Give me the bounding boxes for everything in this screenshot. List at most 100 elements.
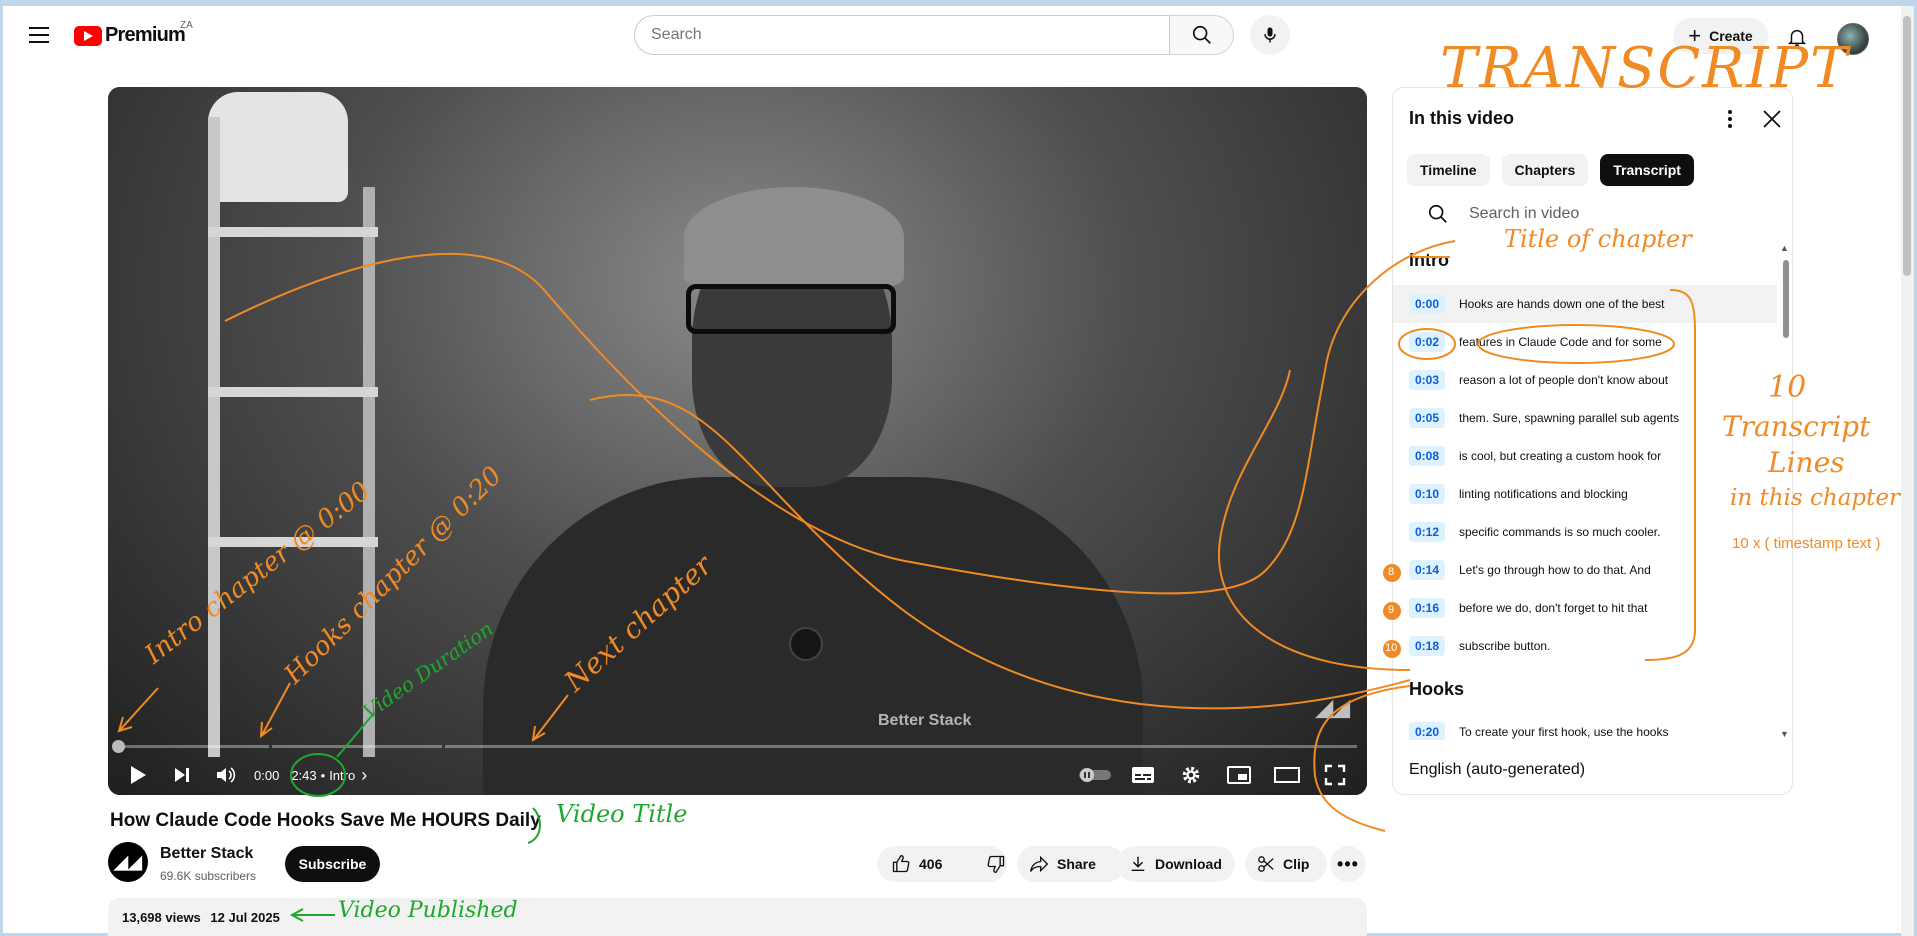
download-icon [1131, 856, 1145, 872]
transcript-line[interactable]: 0:12 specific commands is so much cooler. [1393, 513, 1777, 551]
annotation-badge-10: 10 [1385, 642, 1398, 654]
timestamp[interactable]: 0:14 [1409, 560, 1445, 580]
autoplay-toggle[interactable] [1073, 755, 1117, 795]
logo-text: Premium [105, 24, 186, 46]
youtube-play-icon [74, 25, 102, 46]
transcript-text: To create your first hook, use the hooks [1459, 725, 1669, 739]
timestamp[interactable]: 0:12 [1409, 522, 1445, 542]
transcript-line[interactable]: 0:05 them. Sure, spawning parallel sub ag… [1393, 399, 1777, 437]
annotation-in-this-chapter: in this chapter [1730, 485, 1900, 511]
close-icon[interactable] [1757, 104, 1787, 134]
channel-name[interactable]: Better Stack [160, 845, 253, 863]
chapter-heading: Hooks [1409, 679, 1465, 699]
timestamp[interactable]: 0:05 [1409, 408, 1445, 428]
scrollbar-thumb[interactable] [1783, 260, 1789, 338]
next-button[interactable] [160, 755, 204, 795]
timestamp[interactable]: 0:20 [1409, 722, 1445, 740]
share-button[interactable]: Share [1017, 846, 1125, 882]
search-placeholder: Search [651, 26, 702, 43]
more-vertical-icon[interactable] [1715, 104, 1745, 134]
shelf-board [208, 387, 378, 397]
chapter-separator: • [320, 767, 326, 783]
tab-transcript[interactable]: Transcript [1600, 154, 1694, 186]
tab-timeline[interactable]: Timeline [1407, 154, 1490, 186]
timestamp[interactable]: 0:18 [1409, 636, 1445, 656]
subtitles-button[interactable] [1121, 755, 1165, 795]
settings-button[interactable] [1169, 755, 1213, 795]
chapter-marker [442, 745, 445, 748]
publish-date: 12 Jul 2025 [210, 910, 280, 925]
annotation-badge-8: 8 [1388, 566, 1395, 578]
thumbs-down-icon [987, 855, 1005, 874]
annotation-title-of-chapter: Title of chapter [1504, 225, 1692, 253]
transcript-search-placeholder: Search in video [1469, 205, 1580, 222]
timestamp[interactable]: 0:16 [1409, 598, 1445, 618]
play-button[interactable] [116, 755, 160, 795]
download-button[interactable]: Download [1117, 846, 1235, 882]
download-label: Download [1155, 856, 1222, 872]
clip-button[interactable]: Clip [1245, 846, 1327, 882]
microphone-icon [1264, 27, 1276, 43]
page-scrollbar[interactable] [1901, 6, 1914, 936]
video-player[interactable]: Better Stack ◢◢ 0:00 2:43 • Intro › [108, 87, 1367, 795]
fullscreen-button[interactable] [1313, 755, 1357, 795]
transcript-line[interactable]: 0:14 Let's go through how to do that. And [1393, 551, 1777, 589]
transcript-language-selector[interactable]: English (auto-generated) [1409, 761, 1585, 779]
description-box[interactable]: 13,698 views 12 Jul 2025 [108, 898, 1367, 936]
more-actions-button[interactable]: ••• [1330, 846, 1366, 882]
search-button[interactable] [1170, 15, 1234, 55]
transcript-line[interactable]: 0:03 reason a lot of people don't know ab… [1393, 361, 1777, 399]
progress-bar[interactable] [112, 740, 1357, 753]
transcript-text: is cool, but creating a custom hook for [1459, 449, 1662, 463]
player-controls: 0:00 2:43 • Intro › [108, 755, 1367, 795]
chevron-right-icon: › [361, 764, 368, 785]
scrubber-handle[interactable] [112, 740, 125, 753]
scroll-down-arrow-icon[interactable]: ▼ [1780, 729, 1789, 739]
miniplayer-button[interactable] [1217, 755, 1261, 795]
timestamp[interactable]: 0:10 [1409, 484, 1445, 504]
channel-avatar[interactable]: ◢◢ [108, 842, 148, 882]
annotation-transcript-lines: Transcript [1722, 410, 1871, 443]
transcript-line[interactable]: 0:20 To create your first hook, use the h… [1393, 713, 1777, 740]
page-scrollbar-thumb[interactable] [1903, 16, 1911, 276]
channel-watermark-icon[interactable]: ◢◢ [1316, 695, 1350, 723]
timestamp[interactable]: 0:02 [1409, 332, 1445, 352]
transcript-text: reason a lot of people don't know about [1459, 373, 1669, 387]
timestamp[interactable]: 0:00 [1409, 294, 1445, 314]
shelf-post [208, 117, 220, 757]
gear-icon [1182, 766, 1200, 784]
miniplayer-icon [1227, 766, 1251, 784]
timestamp[interactable]: 0:03 [1409, 370, 1445, 390]
transcript-text: linting notifications and blocking [1459, 487, 1628, 501]
clip-label: Clip [1283, 856, 1310, 872]
transcript-line[interactable]: 0:02 features in Claude Code and for some [1393, 323, 1777, 361]
play-icon [131, 766, 146, 784]
like-count: 406 [919, 856, 943, 872]
theater-mode-button[interactable] [1265, 755, 1309, 795]
transcript-line[interactable]: 0:18 subscribe button. [1393, 627, 1777, 665]
like-button[interactable]: 406 [877, 846, 956, 882]
dislike-button[interactable] [972, 846, 1020, 882]
menu-icon[interactable] [22, 18, 56, 52]
youtube-logo[interactable]: Premium [74, 24, 186, 47]
transcript-line[interactable]: 0:10 linting notifications and blocking [1393, 475, 1777, 513]
duration: 2:43 [291, 767, 317, 783]
volume-button[interactable] [204, 755, 248, 795]
timestamp[interactable]: 0:08 [1409, 446, 1445, 466]
tab-chapters[interactable]: Chapters [1501, 154, 1589, 186]
chapter-title-button[interactable]: Intro [329, 768, 355, 783]
search-input[interactable]: Search [634, 15, 1170, 55]
transcript-line[interactable]: 0:00 Hooks are hands down one of the best [1393, 285, 1777, 323]
autoplay-toggle-icon [1079, 768, 1111, 782]
subscribe-button[interactable]: Subscribe [285, 846, 380, 882]
transcript-line[interactable]: 0:08 is cool, but creating a custom hook … [1393, 437, 1777, 475]
theater-icon [1274, 767, 1300, 783]
volume-icon [217, 767, 236, 783]
share-label: Share [1057, 856, 1096, 872]
transcript-line[interactable]: 0:16 before we do, don't forget to hit th… [1393, 589, 1777, 627]
annotation-transcript: TRANSCRIPT [1440, 36, 1850, 101]
timecode: 0:00 2:43 • Intro › [254, 765, 367, 786]
transcript-text: specific commands is so much cooler. [1459, 525, 1661, 539]
voice-search-button[interactable] [1250, 15, 1290, 55]
scroll-up-arrow-icon[interactable]: ▲ [1780, 243, 1789, 253]
